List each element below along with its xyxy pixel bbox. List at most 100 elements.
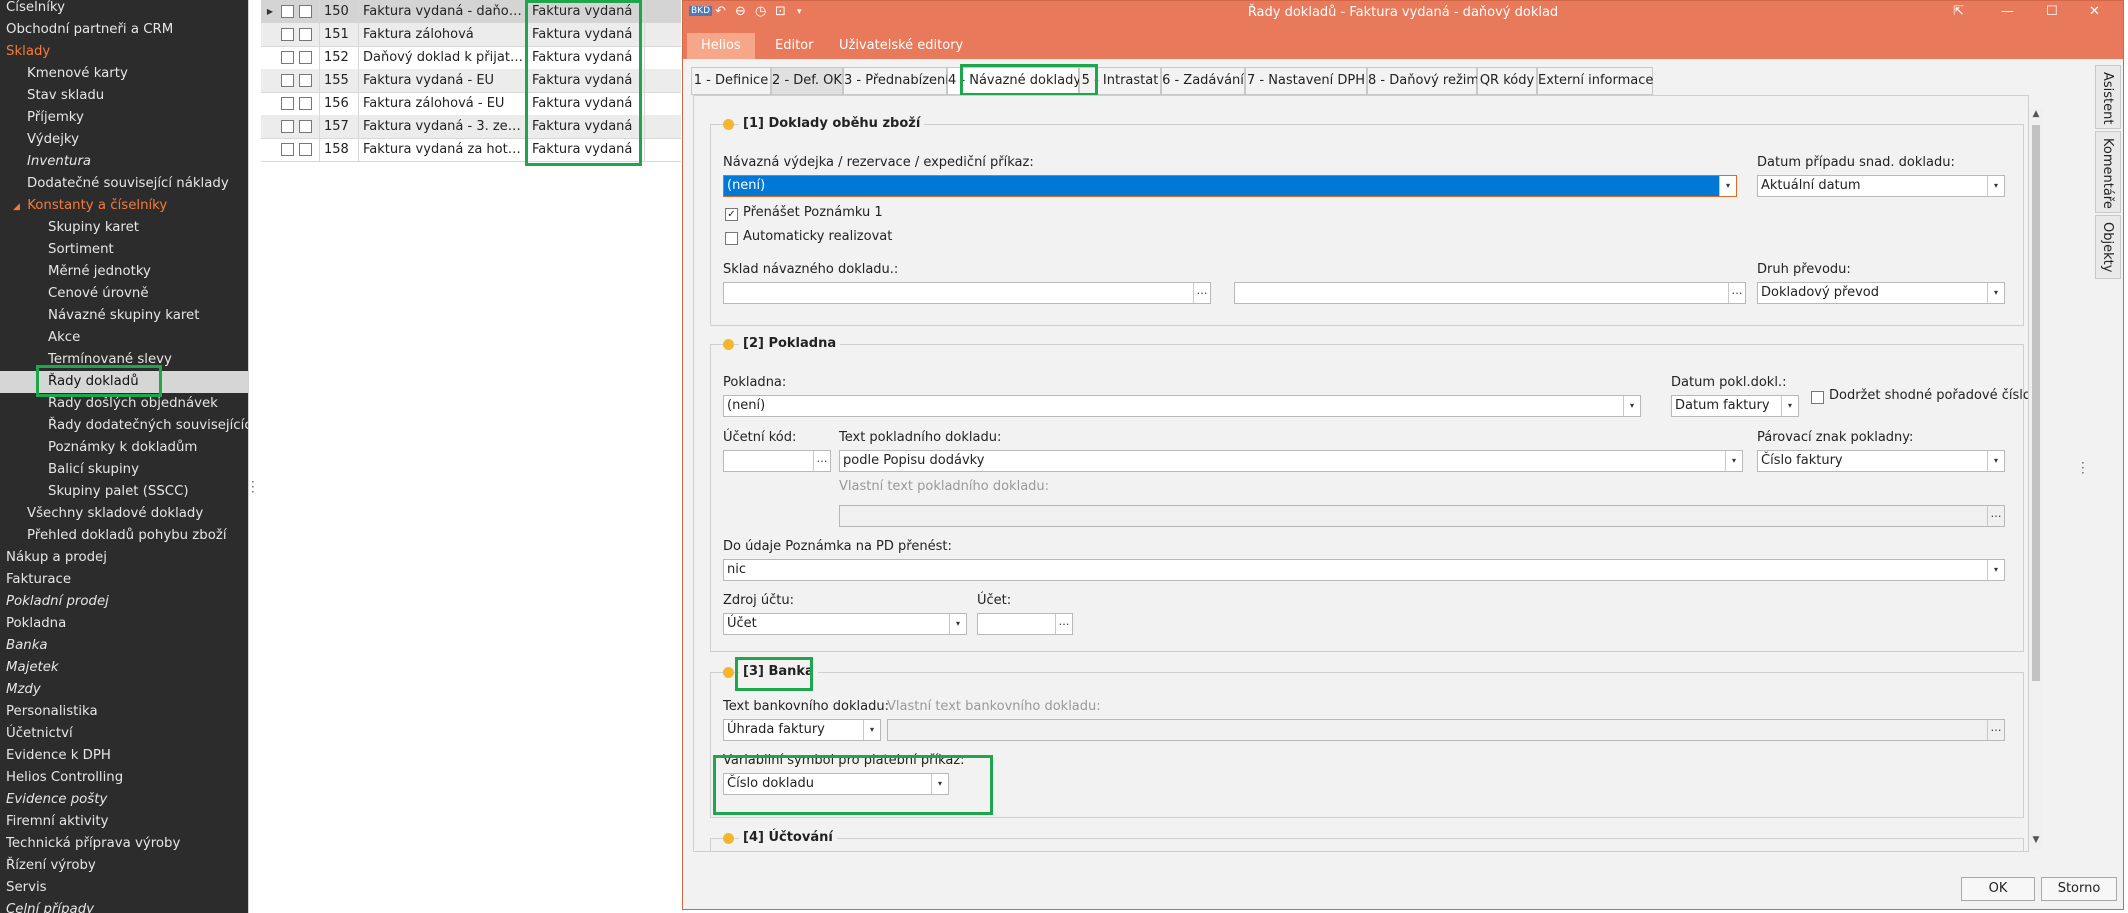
- tab-definice[interactable]: 1 - Definice: [691, 67, 771, 95]
- chevron-down-icon[interactable]: ▾: [931, 774, 948, 794]
- chevron-down-icon[interactable]: ▾: [1725, 451, 1742, 471]
- poznamka-pd-dropdown[interactable]: nic ▾: [723, 559, 2005, 581]
- sidebar-item[interactable]: Helios Controlling: [0, 767, 123, 789]
- table-row[interactable]: 158 Faktura vydaná za hotové Faktura vydan…: [261, 138, 681, 162]
- sidebar-item[interactable]: Cenové úrovně: [0, 283, 149, 305]
- table-row[interactable]: 155 Faktura vydaná - EU Faktura vydaná: [261, 69, 681, 93]
- maximize-icon[interactable]: ☐: [2046, 4, 2058, 19]
- sidebar-item[interactable]: Kmenové karty: [0, 63, 128, 85]
- side-tab-asistent[interactable]: Asistent: [2095, 65, 2121, 129]
- browse-icon[interactable]: …: [1987, 720, 2004, 740]
- datum-pripadu-dropdown[interactable]: Aktuální datum ▾: [1757, 175, 2005, 197]
- table-row[interactable]: 152 Daňový doklad k přijaté ... Faktura vy…: [261, 46, 681, 70]
- sidebar-item[interactable]: Skupiny palet (SSCC): [0, 481, 189, 503]
- cancel-button[interactable]: Storno: [2041, 877, 2117, 901]
- row-checkbox[interactable]: [281, 5, 294, 18]
- minimize-icon[interactable]: —: [2001, 4, 2014, 19]
- restore-window-icon[interactable]: ⇱: [1953, 4, 1964, 19]
- automaticky-realizovat-checkbox[interactable]: [725, 232, 738, 245]
- chevron-down-icon[interactable]: ▾: [863, 720, 880, 740]
- row-checkbox[interactable]: [281, 97, 294, 110]
- row-checkbox[interactable]: [299, 28, 312, 41]
- sidebar-item[interactable]: Obchodní partneři a CRM: [0, 19, 173, 41]
- side-tab-komentare[interactable]: Komentáře: [2095, 131, 2121, 213]
- row-checkbox[interactable]: [299, 143, 312, 156]
- table-row[interactable]: 156 Faktura zálohová - EU Faktura vydaná: [261, 92, 681, 116]
- row-checkbox[interactable]: [281, 28, 294, 41]
- row-checkbox[interactable]: [299, 5, 312, 18]
- row-checkbox[interactable]: [299, 120, 312, 133]
- table-row[interactable]: 157 Faktura vydaná - 3. země Faktura vydan…: [261, 115, 681, 139]
- sidebar-item[interactable]: Banka: [0, 635, 48, 657]
- ucetni-kod-input[interactable]: …: [723, 450, 831, 472]
- parovaci-znak-dropdown[interactable]: Číslo faktury ▾: [1757, 450, 2005, 472]
- sidebar-item[interactable]: Návazné skupiny karet: [0, 305, 199, 327]
- browse-icon[interactable]: …: [1193, 283, 1210, 303]
- row-checkbox[interactable]: [281, 51, 294, 64]
- tab-intrastat[interactable]: 5 - Intrastat: [1079, 67, 1161, 95]
- text-bankovniho-dropdown[interactable]: Úhrada faktury ▾: [723, 719, 881, 741]
- tab-zadavani[interactable]: 6 - Zadávání: [1161, 67, 1245, 95]
- text-pokladniho-dropdown[interactable]: podle Popisu dodávky ▾: [839, 450, 1743, 472]
- tab-nastaveni-dph[interactable]: 7 - Nastavení DPH: [1245, 67, 1367, 95]
- vlastni-text-bankovniho-input[interactable]: …: [887, 719, 2005, 741]
- sidebar-item[interactable]: Fakturace: [0, 569, 71, 591]
- browse-icon[interactable]: …: [1055, 614, 1072, 634]
- sidebar-item[interactable]: Personalistika: [0, 701, 98, 723]
- variabilni-symbol-dropdown[interactable]: Číslo dokladu ▾: [723, 773, 949, 795]
- ok-button[interactable]: OK: [1961, 877, 2035, 901]
- sidebar-item[interactable]: Řady dokladů: [0, 371, 248, 393]
- sidebar-item[interactable]: Majetek: [0, 657, 59, 679]
- vlastni-text-pokladniho-input[interactable]: …: [839, 505, 2005, 527]
- navazna-dropdown[interactable]: (není) ▾: [723, 175, 1737, 197]
- row-checkbox[interactable]: [299, 97, 312, 110]
- sklad-navazneho-name-input[interactable]: …: [1234, 282, 1746, 304]
- browse-icon[interactable]: …: [1728, 283, 1745, 303]
- table-row[interactable]: ▶ 150 Faktura vydaná - daňový ... Faktura v…: [261, 0, 681, 24]
- chevron-down-icon[interactable]: ▾: [1987, 560, 2004, 580]
- ribbon-tab-user-editors[interactable]: Uživatelské editory: [825, 33, 977, 59]
- dodrzet-checkbox[interactable]: [1811, 391, 1824, 404]
- scrollbar-thumb[interactable]: [2032, 125, 2040, 681]
- sidebar-item[interactable]: Mzdy: [0, 679, 41, 701]
- tab-danovy-rezim[interactable]: 8 - Daňový režim: [1367, 67, 1479, 95]
- sidebar-item[interactable]: Inventura: [0, 151, 91, 173]
- chevron-down-icon[interactable]: ▾: [1987, 176, 2004, 196]
- ribbon-tab-editor[interactable]: Editor: [761, 33, 827, 59]
- tab-externi-informace[interactable]: Externí informace: [1537, 67, 1653, 95]
- row-checkbox[interactable]: [281, 120, 294, 133]
- sidebar-item[interactable]: Řízení výroby: [0, 855, 96, 877]
- sidebar-item[interactable]: Přehled dokladů pohybu zboží: [0, 525, 227, 547]
- row-checkbox[interactable]: [299, 51, 312, 64]
- scroll-up-icon[interactable]: ▲: [2029, 109, 2043, 123]
- sidebar-item[interactable]: Poznámky k dokladům: [0, 437, 197, 459]
- sidebar-item[interactable]: Sklady: [0, 41, 50, 63]
- sklad-navazneho-input[interactable]: …: [723, 282, 1211, 304]
- sidebar-item[interactable]: Nákup a prodej: [0, 547, 107, 569]
- tab-prednabizeni[interactable]: 3 - Přednabízení: [843, 67, 949, 95]
- sidebar-item[interactable]: Pokladní prodej: [0, 591, 109, 613]
- row-checkbox[interactable]: [299, 74, 312, 87]
- sidebar-item[interactable]: Číselníky: [0, 0, 65, 19]
- sidebar-item[interactable]: ◢ Konstanty a číselníky: [0, 195, 167, 217]
- tab-qr-kody[interactable]: QR kódy: [1477, 67, 1537, 95]
- sidebar-item[interactable]: Příjemky: [0, 107, 84, 129]
- sidebar-item[interactable]: Účetnictví: [0, 723, 73, 745]
- side-tab-objekty[interactable]: Objekty: [2095, 215, 2121, 279]
- druh-prevodu-dropdown[interactable]: Dokladový převod ▾: [1757, 282, 2005, 304]
- sidebar-item[interactable]: Skupiny karet: [0, 217, 139, 239]
- tab-def-ok[interactable]: 2 - Def. OK: [771, 67, 843, 95]
- sidebar-item[interactable]: Měrné jednotky: [0, 261, 151, 283]
- datum-pokl-dropdown[interactable]: Datum faktury ▾: [1671, 395, 1799, 417]
- sidebar-item[interactable]: Výdejky: [0, 129, 79, 151]
- sidebar-item[interactable]: Řady došlých objednávek: [0, 393, 218, 415]
- chevron-down-icon[interactable]: ▾: [1987, 283, 2004, 303]
- sidebar-item[interactable]: Balicí skupiny: [0, 459, 139, 481]
- chevron-down-icon[interactable]: ▾: [949, 614, 966, 634]
- sidebar-item[interactable]: Všechny skladové doklady: [0, 503, 203, 525]
- pokladna-dropdown[interactable]: (není) ▾: [723, 395, 1641, 417]
- row-checkbox[interactable]: [281, 143, 294, 156]
- sidebar-item[interactable]: Termínované slevy: [0, 349, 172, 371]
- table-row[interactable]: 151 Faktura zálohová Faktura vydaná: [261, 23, 681, 47]
- sidebar-item[interactable]: Servis: [0, 877, 47, 899]
